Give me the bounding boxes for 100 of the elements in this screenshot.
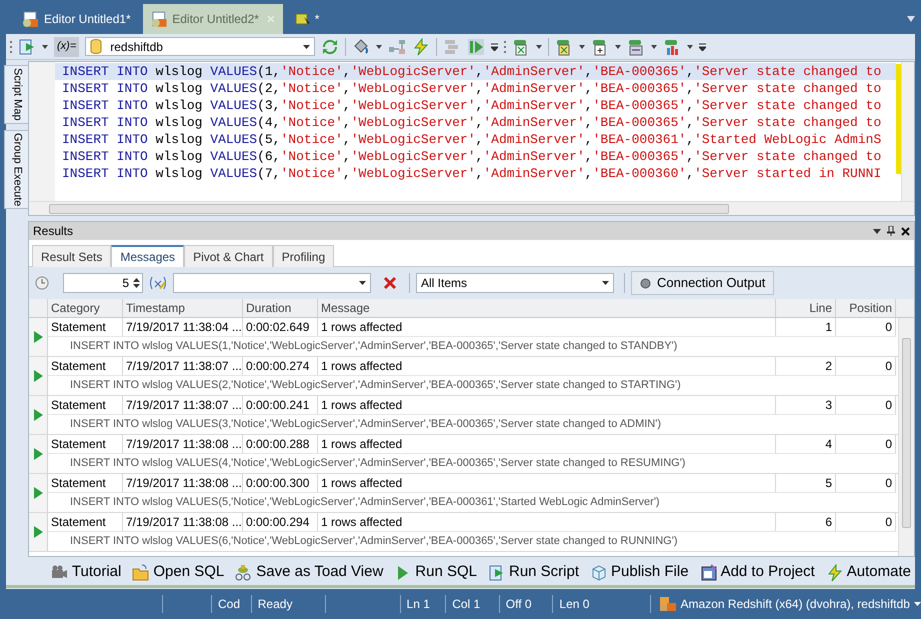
editor-tab[interactable]: Editor Untitled2*: [142, 4, 283, 34]
results-tab[interactable]: Messages: [111, 245, 184, 267]
play-icon[interactable]: [34, 487, 42, 499]
table-cell: 0: [836, 474, 896, 492]
column-header[interactable]: Message: [318, 299, 776, 317]
table-cell: 3: [776, 396, 836, 414]
status-dot-icon: [640, 278, 651, 288]
variables-button[interactable]: (x)=: [54, 36, 80, 56]
play-icon[interactable]: [34, 448, 42, 460]
category-dropdown[interactable]: All Items: [416, 273, 614, 293]
action-button[interactable]: Automate: [826, 561, 911, 584]
table-cell: 6: [776, 513, 836, 531]
close-icon[interactable]: [901, 226, 910, 236]
connection-output-button[interactable]: Connection Output: [631, 271, 774, 295]
connection-dropdown[interactable]: redshiftdb: [85, 37, 316, 56]
caret-icon[interactable]: [651, 44, 658, 48]
table-cell: 0: [836, 357, 896, 375]
variable-icon[interactable]: [149, 276, 167, 290]
vertical-scrollbar[interactable]: [901, 62, 914, 201]
overflow-icon[interactable]: [491, 42, 498, 50]
play-icon[interactable]: [34, 331, 42, 343]
column-header[interactable]: Line: [776, 299, 836, 317]
action-button[interactable]: Tutorial: [50, 561, 122, 584]
table-cell: 0:00:00.300: [243, 474, 318, 492]
table-cell: 0:00:00.294: [243, 513, 318, 531]
run-icon[interactable]: [18, 38, 36, 56]
table-cell: 4: [776, 435, 836, 453]
execute-icon[interactable]: [467, 38, 486, 56]
table-cell: 7/19/2017 11:38:07 ...: [123, 396, 243, 414]
action-button[interactable]: Run SQL: [394, 561, 477, 584]
clock-icon[interactable]: [35, 276, 49, 290]
action-button[interactable]: Add to Project: [700, 561, 815, 584]
caret-icon[interactable]: [536, 44, 542, 48]
table-cell: 7/19/2017 11:38:08 ...: [123, 474, 243, 492]
vertical-scrollbar[interactable]: [898, 318, 914, 556]
connection-name: redshiftdb: [110, 38, 164, 56]
editor-tab[interactable]: Editor Untitled1*: [14, 4, 139, 34]
folder-icon: [132, 564, 150, 582]
table-cell: Statement: [48, 396, 123, 414]
table-cell: 1 rows affected: [318, 396, 776, 414]
table-cell: Statement: [48, 435, 123, 453]
caret-icon: [602, 281, 609, 285]
dropdown-icon[interactable]: [873, 228, 881, 234]
results-tab[interactable]: Result Sets: [32, 245, 112, 267]
horizontal-scrollbar[interactable]: [29, 201, 914, 215]
table-cell: 1 rows affected: [318, 435, 776, 453]
dropdown-icon[interactable]: [907, 16, 915, 22]
count-spinner[interactable]: 5: [63, 273, 143, 293]
column-header[interactable]: Position: [836, 299, 896, 317]
caret-icon[interactable]: [579, 44, 586, 48]
table-cell: Statement: [48, 357, 123, 375]
status-text: Col 1: [452, 596, 480, 613]
play-icon[interactable]: [34, 409, 42, 421]
table-cell: 0:00:00.288: [243, 435, 318, 453]
dropdown-value: All Items: [421, 275, 468, 292]
glasses-icon: [235, 564, 254, 582]
column-header[interactable]: Duration: [243, 299, 318, 317]
play-icon[interactable]: [34, 370, 42, 382]
caret-icon[interactable]: [376, 44, 382, 48]
code-line: INSERT INTO wlslog VALUES(4,'Notice','WebLogicServer','AdminServer','BEA-000365','Server state changed to: [61, 114, 882, 131]
table-cell: 0: [836, 435, 896, 453]
table-cell: 0:00:02.649: [243, 318, 318, 336]
clear-icon[interactable]: [383, 276, 397, 290]
side-tab[interactable]: Script Map: [4, 65, 30, 124]
table-cell: 7/19/2017 11:38:08 ...: [123, 513, 243, 531]
lightning-icon[interactable]: [412, 38, 430, 56]
project-icon: [700, 564, 718, 582]
refresh-icon[interactable]: [321, 38, 340, 56]
side-tab[interactable]: Group Execute: [4, 130, 30, 209]
caret-icon[interactable]: [42, 44, 48, 48]
action-button[interactable]: Publish File: [590, 561, 689, 584]
sql-text: INSERT INTO wlslog VALUES(1,'Notice','WebLogicServer','AdminServer','BEA-000365','Server state changed to STANDBY'): [70, 340, 678, 352]
results-tab[interactable]: Profiling: [272, 245, 334, 267]
table-cell: 1 rows affected: [318, 513, 776, 531]
connection-selector[interactable]: Amazon Redshift (x64) (dvohra), redshiftdb: [650, 595, 921, 613]
caret-icon[interactable]: [615, 44, 622, 48]
export-icon[interactable]: [627, 38, 646, 56]
caret-icon[interactable]: [687, 44, 694, 48]
column-header[interactable]: Timestamp: [123, 299, 243, 317]
database-icon: [90, 39, 102, 54]
action-button[interactable]: Save as Toad View: [235, 561, 384, 584]
action-button[interactable]: Open SQL: [132, 561, 224, 584]
editor-tab[interactable]: *: [286, 4, 328, 34]
table-cell: 0: [836, 318, 896, 336]
action-button[interactable]: Run Script: [488, 561, 580, 584]
table-cell: 1 rows affected: [318, 318, 776, 336]
sql-text: INSERT INTO wlslog VALUES(6,'Notice','WebLogicServer','AdminServer','BEA-000365','Server state changed to RUNNING'): [70, 535, 678, 547]
table-cell: 7/19/2017 11:38:07 ...: [123, 357, 243, 375]
sql-text: INSERT INTO wlslog VALUES(2,'Notice','WebLogicServer','AdminServer','BEA-000365','Server state changed to STARTING'): [70, 379, 681, 391]
table-cell: 2: [776, 357, 836, 375]
play-icon[interactable]: [34, 526, 42, 538]
column-header[interactable]: Category: [48, 299, 123, 317]
results-tab[interactable]: Pivot & Chart: [184, 245, 273, 267]
table-cell: 0:00:00.274: [243, 357, 318, 375]
pin-icon[interactable]: [887, 226, 895, 236]
caret-icon: [303, 44, 310, 48]
wizard-icon: [294, 11, 311, 27]
overflow-icon[interactable]: [699, 42, 706, 50]
table-cell: 0:00:00.241: [243, 396, 318, 414]
sql-diagram-icon[interactable]: [388, 38, 406, 56]
